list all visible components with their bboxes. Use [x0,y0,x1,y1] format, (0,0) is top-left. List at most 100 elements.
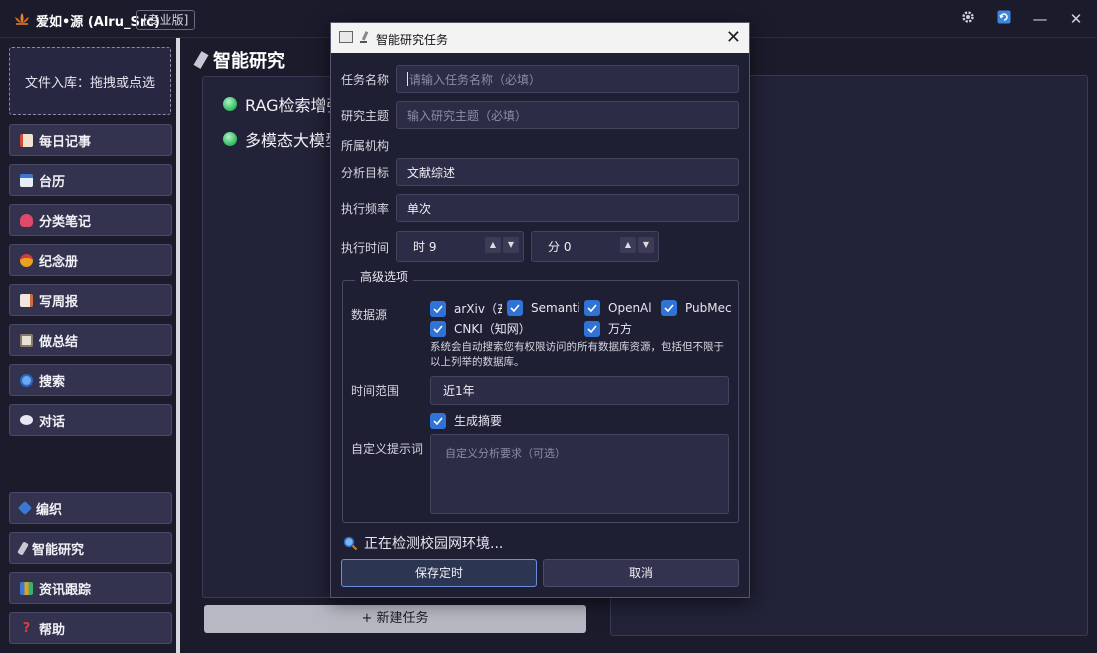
status-dot-icon [223,97,237,111]
gear-icon[interactable] [959,10,977,28]
checkbox-checked-icon [584,300,600,316]
source-checkbox-arxiv[interactable]: arXiv（∄ [430,300,502,317]
medal-icon [20,253,33,267]
diary-icon [20,133,33,147]
sidebar-item-label: 做总结 [39,334,79,350]
close-icon[interactable]: ✕ [726,27,741,48]
summary-label: 生成摘要 [454,414,503,428]
minute-value: 分 0 [548,240,572,254]
range-select[interactable]: 近1年 [430,376,729,405]
magnifier-icon [343,536,358,550]
sidebar-item-label: 对话 [39,414,66,430]
source-checkbox-pubmed[interactable]: PubMec [661,300,731,316]
task-label: RAG检索增强 [245,96,343,115]
frequency-select[interactable]: 单次 [396,194,739,222]
sources-label: 数据源 [351,308,388,322]
sidebar-item-label: 编织 [36,502,63,518]
research-icon [17,540,29,556]
sidebar-item-label: 帮助 [39,622,66,638]
checkbox-checked-icon [430,412,446,429]
category-notes-icon [20,213,33,227]
source-label: OpenAl [608,301,652,315]
sidebar-item-memorial[interactable]: 纪念册 [9,244,172,276]
sidebar-item-label: 资讯跟踪 [39,582,92,598]
goal-select[interactable]: 文献综述 [396,158,739,186]
sidebar-item-chat[interactable]: 对话 [9,404,172,436]
window-icon [339,31,353,43]
topic-placeholder: 输入研究主题（必填） [407,108,528,123]
source-label: 万方 [608,322,633,336]
save-schedule-button[interactable]: 保存定时 [341,559,537,587]
org-label: 所属机构 [341,139,390,153]
calendar-icon [20,173,33,187]
task-name-label: 任务名称 [341,73,390,87]
checkbox-checked-icon [661,300,677,316]
task-label: 多模态大模型 [245,131,342,150]
page-title: 智能研究 [193,47,285,73]
sidebar-item-label: 纪念册 [39,254,79,270]
sidebar-item-news[interactable]: 资讯跟踪 [9,572,172,604]
sidebar-item-search[interactable]: 搜索 [9,364,172,396]
custom-prompt-textarea[interactable]: 自定义分析要求（可选） [430,434,729,514]
sidebar-item-label: 分类笔记 [39,214,92,230]
prompt-label: 自定义提示词 [351,442,424,456]
sidebar-item-calendar[interactable]: 台历 [9,164,172,196]
source-label: Semanti [531,301,579,315]
summary-checkbox[interactable]: 生成摘要 [430,412,580,429]
refresh-icon[interactable] [995,10,1013,28]
goal-label: 分析目标 [341,166,390,180]
sidebar-item-label: 搜索 [39,374,66,390]
minimize-icon[interactable]: — [1031,10,1049,28]
minute-spinbox[interactable]: 分 0 ▲ ▼ [531,231,659,262]
source-checkbox-semantic[interactable]: Semanti [507,300,579,316]
sidebar-item-summary[interactable]: 做总结 [9,324,172,356]
sidebar-item-help[interactable]: ? 帮助 [9,612,172,644]
dialog-title: 智能研究任务 [376,33,449,47]
dialog-titlebar: 智能研究任务 ✕ [331,23,749,53]
sidebar-item-label: 智能研究 [32,542,85,558]
topic-label: 研究主题 [341,109,390,123]
topic-input[interactable]: 输入研究主题（必填） [396,101,739,129]
list-item[interactable]: RAG检索增强 [223,92,343,116]
source-label: arXiv（∄ [454,302,502,316]
sidebar-item-label: 台历 [39,174,66,190]
range-value: 近1年 [443,384,475,398]
help-icon: ? [22,620,31,636]
text-cursor [407,72,408,86]
file-dropzone[interactable]: 文件入库：拖拽或点选 [9,47,171,115]
sidebar: 文件入库：拖拽或点选 每日记事 台历 分类笔记 纪念册 写周报 做总结 搜索 对… [0,38,180,653]
sidebar-item-weekly-report[interactable]: 写周报 [9,284,172,316]
lotus-icon [15,13,29,25]
status-dot-icon [223,132,237,146]
page-title-text: 智能研究 [213,51,285,72]
sidebar-item-weave[interactable]: 编织 [9,492,172,524]
network-status: 正在检测校园网环境... [343,533,503,553]
sidebar-item-diary[interactable]: 每日记事 [9,124,172,156]
source-checkbox-openalex[interactable]: OpenAl [584,300,656,316]
research-icon [358,31,370,46]
source-checkbox-cnki[interactable]: CNKI（知网） [430,320,580,337]
search-icon [20,373,33,387]
hour-spinbox[interactable]: 时 9 ▲ ▼ [396,231,524,262]
frequency-value: 单次 [407,201,432,216]
cancel-button[interactable]: 取消 [543,559,739,587]
summary-icon [20,333,33,347]
weave-icon [17,500,33,516]
sidebar-item-label: 写周报 [39,294,79,310]
spin-down-icon[interactable]: ▼ [638,237,654,253]
new-task-button[interactable]: + 新建任务 [204,605,586,633]
spin-down-icon[interactable]: ▼ [503,237,519,253]
news-icon [20,581,33,595]
spin-up-icon[interactable]: ▲ [485,237,501,253]
source-label: PubMec [685,301,731,315]
spin-up-icon[interactable]: ▲ [620,237,636,253]
close-icon[interactable]: ✕ [1067,10,1085,28]
checkbox-checked-icon [584,320,600,337]
list-item[interactable]: 多模态大模型 [223,127,341,151]
task-name-input[interactable]: 请输入任务名称（必填） [396,65,739,93]
sidebar-item-category-notes[interactable]: 分类笔记 [9,204,172,236]
chat-icon [20,415,33,425]
report-icon [20,293,33,307]
source-checkbox-wanfang[interactable]: 万方 [584,320,684,337]
sidebar-item-research[interactable]: 智能研究 [9,532,172,564]
